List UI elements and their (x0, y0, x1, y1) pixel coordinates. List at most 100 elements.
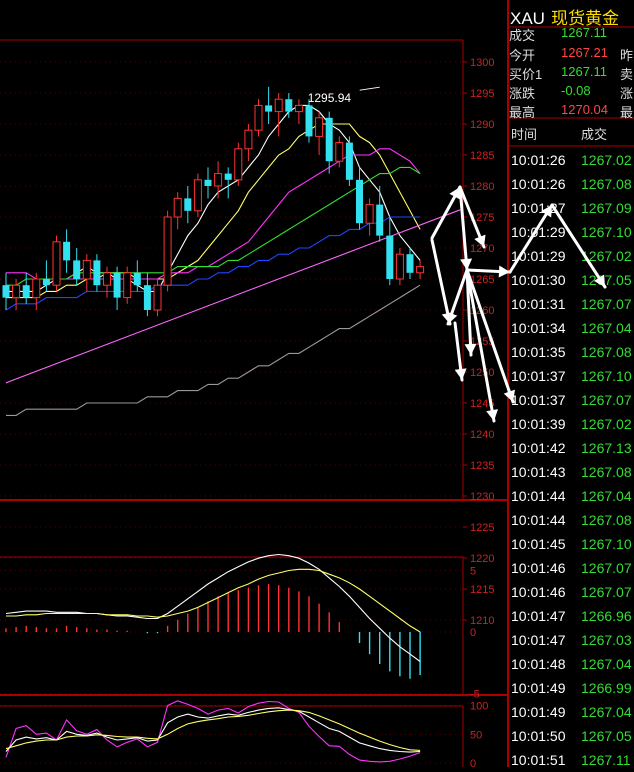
tick-time: 10:01:26 (511, 176, 566, 192)
tick-row[interactable]: 10:01:44 1267.04 (511, 488, 634, 508)
price-tick-label: 1215 (470, 584, 494, 596)
macd-tick-label: 0 (470, 627, 476, 639)
tick-row[interactable]: 10:01:50 1267.05 (511, 728, 634, 748)
tick-row[interactable]: 10:01:39 1267.02 (511, 416, 634, 436)
kdj-tick-label: 50 (470, 729, 482, 741)
tick-row[interactable]: 10:01:43 1267.08 (511, 464, 634, 484)
tick-time: 10:01:30 (511, 272, 566, 288)
candle[interactable] (305, 99, 313, 143)
tick-time: 10:01:26 (511, 152, 566, 168)
tick-row[interactable]: 10:01:49 1267.04 (511, 704, 634, 724)
tick-price: 1266.96 (581, 608, 632, 624)
tick-row[interactable]: 10:01:30 1267.05 (511, 272, 634, 292)
chart-background (0, 0, 507, 767)
price-tick-label: 1270 (470, 243, 494, 255)
candle-body (305, 105, 313, 137)
candle[interactable] (345, 136, 353, 186)
tick-row[interactable]: 10:01:31 1267.07 (511, 296, 634, 316)
candle[interactable] (163, 210, 172, 292)
tick-price: 1267.13 (581, 440, 632, 456)
tick-price: 1267.08 (581, 464, 632, 480)
candle-body (63, 241, 71, 261)
tick-price: 1267.10 (581, 368, 632, 384)
tick-time: 10:01:43 (511, 464, 566, 480)
candle[interactable] (52, 235, 61, 292)
quote-label: 涨跌 (509, 86, 536, 101)
candle-body (12, 284, 21, 299)
quote-value: 1267.11 (561, 64, 608, 79)
tick-row[interactable]: 10:01:48 1267.04 (511, 656, 634, 676)
tick-time: 10:01:29 (511, 224, 566, 240)
tick-time: 10:01:37 (511, 392, 566, 408)
tick-time: 10:01:50 (511, 728, 566, 744)
candle-body (285, 99, 293, 112)
candle-body (184, 198, 192, 211)
tick-time: 10:01:44 (511, 512, 566, 528)
quote-row-high: 最高 1270.04 最 (509, 102, 634, 122)
candle-body (163, 216, 172, 286)
tick-row[interactable]: 10:01:26 1267.08 (511, 176, 634, 196)
candle-body (395, 253, 404, 280)
price-tick-label: 1260 (470, 305, 494, 317)
tick-price: 1267.07 (581, 392, 632, 408)
tick-row[interactable]: 10:01:42 1267.13 (511, 440, 634, 460)
candle-body (294, 104, 303, 113)
tick-row[interactable]: 10:01:46 1267.07 (511, 584, 634, 604)
tick-row[interactable]: 10:01:35 1267.08 (511, 344, 634, 364)
tick-price: 1267.10 (581, 536, 632, 552)
kdj-tick-label: 0 (470, 758, 476, 767)
tick-time: 10:01:35 (511, 344, 566, 360)
tick-time: 10:01:51 (511, 752, 566, 768)
candle-body (325, 117, 333, 162)
tick-row[interactable]: 10:01:47 1267.03 (511, 632, 634, 652)
tick-row[interactable]: 10:01:46 1267.07 (511, 560, 634, 580)
tick-price: 1267.05 (581, 272, 632, 288)
tick-row[interactable]: 10:01:45 1267.10 (511, 536, 634, 556)
tick-price: 1267.08 (581, 512, 632, 528)
candle-body (103, 272, 111, 286)
candle[interactable] (193, 173, 202, 217)
tick-row[interactable]: 10:01:27 1267.09 (511, 200, 634, 220)
candle-body (335, 142, 344, 162)
tick-row[interactable]: 10:01:49 1266.99 (511, 680, 634, 700)
candle-body (386, 235, 394, 279)
price-tick-label: 1245 (470, 398, 494, 410)
candle-body (153, 284, 162, 311)
candle-body (214, 173, 223, 187)
quote-extra-label: 涨 (620, 86, 634, 101)
tick-row[interactable]: 10:01:51 1267.11 (511, 752, 634, 772)
tick-price: 1267.11 (581, 752, 631, 768)
price-tick-label: 1265 (470, 274, 494, 286)
tick-row[interactable]: 10:01:44 1267.08 (511, 512, 634, 532)
tick-row[interactable]: 10:01:47 1266.96 (511, 608, 634, 628)
tick-time: 10:01:45 (511, 536, 566, 552)
trading-terminal: 1300 1295 1290 1285 1280 1275 1270 1265 1260 1255… (0, 0, 634, 768)
macd-tick-label: -5 (470, 689, 480, 701)
quote-row-last: 成交 1267.11 (509, 25, 634, 45)
quote-extra-label: 最 (620, 105, 634, 120)
candle-body (265, 105, 273, 112)
chart-area[interactable]: 1300 1295 1290 1285 1280 1275 1270 1265 1260 1255… (0, 0, 507, 767)
candle-body (93, 260, 101, 286)
tick-row[interactable]: 10:01:29 1267.02 (511, 248, 634, 268)
ticks-header-time: 时间 (511, 127, 538, 142)
price-tick-label: 1285 (470, 150, 494, 162)
tick-row[interactable]: 10:01:34 1267.04 (511, 320, 634, 340)
tick-time: 10:01:47 (511, 632, 566, 648)
tick-row[interactable]: 10:01:29 1267.10 (511, 224, 634, 244)
candle-body (133, 272, 141, 286)
quote-value: -0.08 (561, 83, 591, 98)
tick-time: 10:01:48 (511, 656, 566, 672)
tick-price: 1267.02 (581, 248, 632, 264)
candle-body (113, 272, 121, 298)
tick-row[interactable]: 10:01:26 1267.02 (511, 152, 634, 172)
candle-body (22, 285, 30, 298)
tick-row[interactable]: 10:01:37 1267.10 (511, 368, 634, 388)
quote-row-change: 涨跌 -0.08 涨 (509, 83, 634, 103)
tick-price: 1267.04 (581, 656, 632, 672)
candle-body (204, 179, 212, 186)
tick-row[interactable]: 10:01:37 1267.07 (511, 392, 634, 412)
candle[interactable] (234, 142, 243, 186)
candle-body (406, 254, 414, 273)
tick-price: 1267.04 (581, 488, 632, 504)
